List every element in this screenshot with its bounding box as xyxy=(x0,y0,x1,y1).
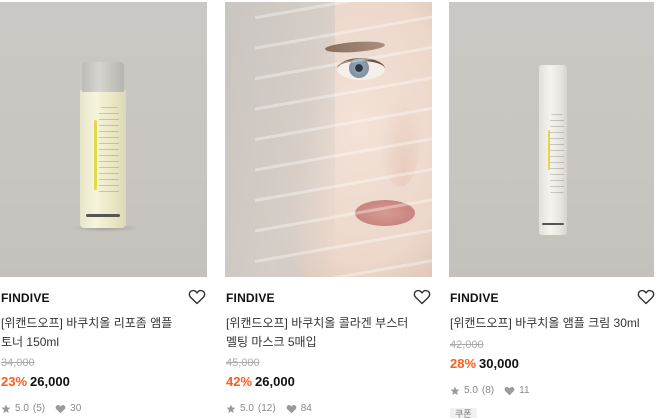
bottle-brand-mark xyxy=(542,223,564,225)
bottle-label-text xyxy=(550,114,564,194)
product-card[interactable]: FINDIVE [위캔드오프] 바쿠치올 리포좀 앰플 토너 150ml 34,… xyxy=(0,0,207,418)
product-card[interactable]: FINDIVE [위캔드오프] 바쿠치올 앰플 크림 30ml 42,000 2… xyxy=(449,0,656,418)
brand-name[interactable]: FINDIVE xyxy=(450,291,499,305)
sale-price: 30,000 xyxy=(479,356,519,371)
bottle-cap xyxy=(82,62,124,92)
star-icon xyxy=(1,404,11,413)
heart-filled-icon xyxy=(504,386,515,395)
product-title-line: 멜팅 마스크 5매입 xyxy=(226,335,317,349)
mask-gloss-overlay xyxy=(255,2,432,277)
discount-rate: 42% xyxy=(226,374,253,389)
heart-filled-icon xyxy=(55,404,66,413)
rating-row: 5.0 (12) 84 xyxy=(226,403,312,414)
product-card[interactable]: FINDIVE [위캔드오프] 바쿠치올 콜라겐 부스터 멜팅 마스크 5매입 … xyxy=(225,0,432,418)
original-price: 42,000 xyxy=(450,339,484,351)
rating-value: 5.0 xyxy=(240,403,254,414)
discount-rate: 28% xyxy=(450,356,477,371)
original-price: 45,000 xyxy=(226,357,260,369)
like-count: 11 xyxy=(519,385,530,396)
product-title[interactable]: [위캔드오프] 바쿠치올 앰플 크림 30ml xyxy=(450,314,656,333)
product-title[interactable]: [위캔드오프] 바쿠치올 리포좀 앰플 토너 150ml xyxy=(1,314,207,352)
brand-name[interactable]: FINDIVE xyxy=(1,291,50,305)
sale-price: 26,000 xyxy=(255,374,295,389)
heart-filled-icon xyxy=(286,404,297,413)
original-price: 34,000 xyxy=(1,357,35,369)
product-title-line: 토너 150ml xyxy=(1,335,60,349)
review-count: (12) xyxy=(257,403,276,414)
bottle-label-text xyxy=(99,107,119,197)
rating-row: 5.0 (8) 11 xyxy=(450,385,530,396)
product-image[interactable] xyxy=(449,2,654,277)
brand-row: FINDIVE xyxy=(449,287,656,309)
discount-rate: 23% xyxy=(1,374,28,389)
star-icon xyxy=(450,386,460,395)
coupon-badge: 쿠폰 xyxy=(450,408,477,418)
like-count: 30 xyxy=(70,403,82,414)
like-count: 84 xyxy=(300,403,312,414)
brand-name[interactable]: FINDIVE xyxy=(226,291,275,305)
price-line: 42% 26,000 xyxy=(226,374,295,389)
sale-price: 26,000 xyxy=(30,374,70,389)
heart-icon[interactable] xyxy=(636,287,656,307)
product-title-line: [위캔드오프] 바쿠치올 리포좀 앰플 xyxy=(1,316,173,330)
product-title-line: [위캔드오프] 바쿠치올 앰플 크림 30ml xyxy=(450,316,640,330)
product-title-line: [위캔드오프] 바쿠치올 콜라겐 부스터 xyxy=(226,316,409,330)
price-line: 28% 30,000 xyxy=(450,356,519,371)
product-grid: FINDIVE [위캔드오프] 바쿠치올 리포좀 앰플 토너 150ml 34,… xyxy=(0,0,656,418)
star-icon xyxy=(226,404,236,413)
bottle-brand-mark xyxy=(86,214,120,217)
product-image[interactable] xyxy=(225,2,432,277)
heart-icon[interactable] xyxy=(412,287,432,307)
brand-row: FINDIVE xyxy=(0,287,207,309)
product-title[interactable]: [위캔드오프] 바쿠치올 콜라겐 부스터 멜팅 마스크 5매입 xyxy=(226,314,432,352)
review-count: (8) xyxy=(481,385,495,396)
review-count: (5) xyxy=(32,403,46,414)
rating-row: 5.0 (5) 30 xyxy=(1,403,81,414)
price-line: 23% 26,000 xyxy=(1,374,70,389)
rating-value: 5.0 xyxy=(15,403,29,414)
heart-icon[interactable] xyxy=(187,287,207,307)
bottle-label-stripe xyxy=(94,120,97,190)
brand-row: FINDIVE xyxy=(225,287,432,309)
product-image[interactable] xyxy=(0,2,207,277)
rating-value: 5.0 xyxy=(464,385,478,396)
